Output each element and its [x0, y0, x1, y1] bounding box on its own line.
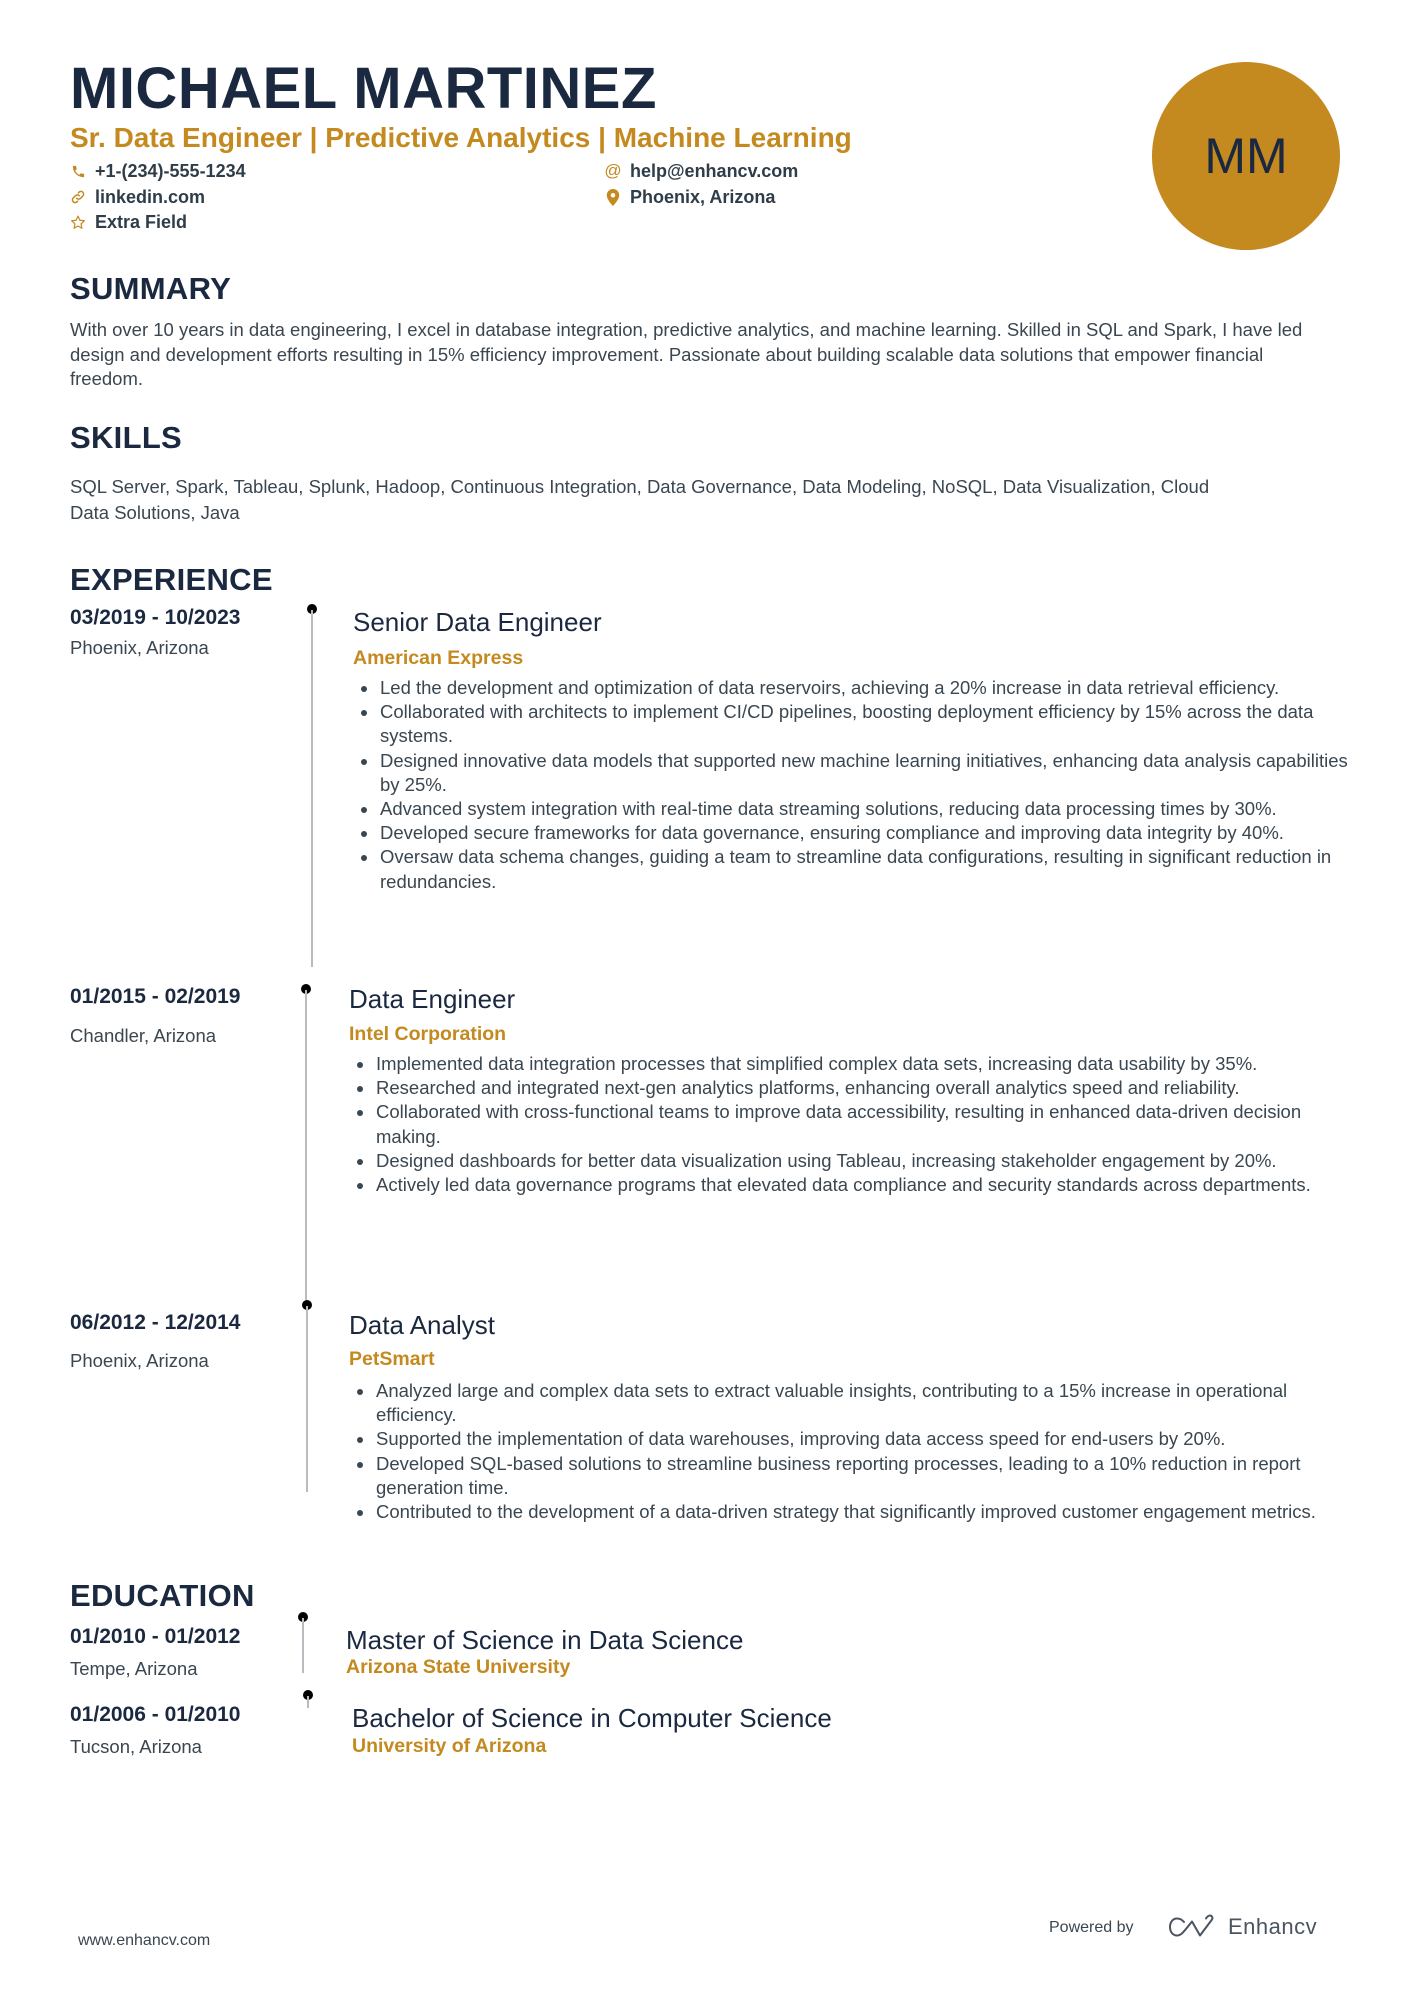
at-icon: @ [604, 161, 622, 180]
degree-title: Master of Science in Data Science [346, 1625, 744, 1655]
extra-value: Extra Field [95, 212, 188, 232]
phone-value: +1-(234)-555-1234 [95, 161, 246, 181]
candidate-headline: Sr. Data Engineer | Predictive Analytics… [70, 122, 852, 153]
contact-link[interactable]: linkedin.com [70, 185, 205, 209]
job-bullets: Analyzed large and complex data sets to … [349, 1379, 1354, 1524]
job-dates: 01/2015 - 02/2019 [70, 985, 241, 1008]
job-bullets: Implemented data integration processes t… [349, 1052, 1354, 1197]
location-value: Phoenix, Arizona [630, 187, 776, 207]
list-item: Developed SQL-based solutions to streaml… [349, 1452, 1354, 1500]
link-value[interactable]: linkedin.com [95, 185, 205, 209]
job-title: Senior Data Engineer [353, 607, 602, 637]
footer-website[interactable]: www.enhancv.com [78, 1932, 210, 1950]
timeline-line [302, 1618, 304, 1673]
enhancv-logo-icon [1168, 1914, 1216, 1942]
company-name: Intel Corporation [349, 1023, 507, 1045]
star-icon [70, 214, 86, 230]
company-name: PetSmart [349, 1348, 435, 1370]
list-item: Implemented data integration processes t… [349, 1052, 1354, 1076]
candidate-name: MICHAEL MARTINEZ [70, 56, 657, 121]
link-icon [70, 189, 86, 205]
map-pin-icon [605, 188, 621, 206]
list-item: Collaborated with cross-functional teams… [349, 1100, 1354, 1148]
job-bullets: Led the development and optimization of … [353, 676, 1353, 894]
list-item: Designed dashboards for better data visu… [349, 1149, 1354, 1173]
job-dates: 06/2012 - 12/2014 [70, 1311, 241, 1334]
degree-title: Bachelor of Science in Computer Science [352, 1703, 832, 1733]
timeline-line [305, 990, 307, 1300]
job-dates: 03/2019 - 10/2023 [70, 606, 241, 629]
timeline-line [311, 610, 313, 967]
avatar-initials: MM [1204, 128, 1288, 184]
job-title: Data Analyst [349, 1310, 495, 1340]
list-item: Collaborated with architects to implemen… [353, 700, 1353, 748]
timeline-line [307, 1696, 309, 1708]
footer-brand: Enhancv [1228, 1914, 1318, 1939]
contact-email[interactable]: @ help@enhancv.com [604, 159, 798, 183]
contact-extra: Extra Field [70, 210, 187, 234]
edu-dates: 01/2006 - 01/2010 [70, 1703, 241, 1726]
school-name: Arizona State University [346, 1656, 571, 1678]
job-title: Data Engineer [349, 984, 516, 1014]
skills-text: SQL Server, Spark, Tableau, Splunk, Hado… [70, 476, 1210, 523]
list-item: Contributed to the development of a data… [349, 1500, 1354, 1524]
list-item: Led the development and optimization of … [353, 676, 1353, 700]
footer-powered-by: Powered by [1049, 1919, 1134, 1936]
edu-location: Tucson, Arizona [70, 1736, 202, 1757]
job-location: Phoenix, Arizona [70, 637, 209, 658]
list-item: Designed innovative data models that sup… [353, 749, 1353, 797]
job-location: Phoenix, Arizona [70, 1350, 209, 1371]
list-item: Supported the implementation of data war… [349, 1427, 1354, 1451]
school-name: University of Arizona [352, 1735, 547, 1757]
summary-heading: SUMMARY [70, 271, 232, 306]
edu-dates: 01/2010 - 01/2012 [70, 1625, 241, 1648]
avatar: MM [1152, 62, 1340, 250]
list-item: Developed secure frameworks for data gov… [353, 821, 1353, 845]
phone-icon [70, 163, 86, 179]
job-location: Chandler, Arizona [70, 1025, 217, 1046]
contact-location: Phoenix, Arizona [605, 185, 775, 209]
timeline-line [306, 1306, 308, 1492]
company-name: American Express [353, 647, 524, 669]
list-item: Analyzed large and complex data sets to … [349, 1379, 1354, 1427]
list-item: Oversaw data schema changes, guiding a t… [353, 845, 1353, 893]
edu-location: Tempe, Arizona [70, 1658, 198, 1679]
list-item: Actively led data governance programs th… [349, 1173, 1354, 1197]
skills-heading: SKILLS [70, 420, 183, 455]
summary-text: With over 10 years in data engineering, … [70, 319, 1303, 389]
email-value[interactable]: help@enhancv.com [630, 159, 798, 183]
education-heading: EDUCATION [70, 1578, 255, 1613]
experience-heading: EXPERIENCE [70, 562, 273, 597]
contact-phone: +1-(234)-555-1234 [70, 159, 246, 183]
list-item: Researched and integrated next-gen analy… [349, 1076, 1354, 1100]
list-item: Advanced system integration with real-ti… [353, 797, 1353, 821]
